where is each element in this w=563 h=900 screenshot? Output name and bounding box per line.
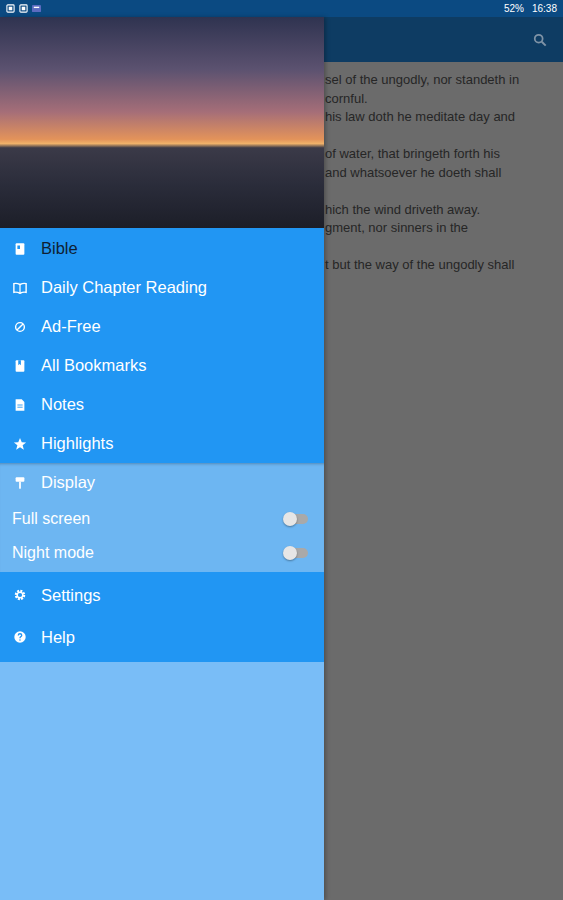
verse-line: and whatsoever he doeth shall (325, 164, 555, 183)
star-icon (13, 437, 27, 451)
verse-line: t but the way of the ungodly shall (325, 256, 555, 275)
navigation-drawer: Bible Daily Chapter Reading Ad-Free All Boo… (0, 17, 324, 900)
bookmark-book-icon (13, 359, 27, 373)
bible-book-icon (13, 242, 27, 256)
toggle-label: Night mode (12, 541, 94, 565)
verse-line: gment, nor sinners in the (325, 219, 555, 238)
app-screen: sel of the ungodly, nor standeth incornf… (0, 17, 563, 900)
drawer-item[interactable]: Help (0, 616, 324, 658)
drawer-item[interactable]: Ad-Free (0, 307, 324, 346)
search-icon[interactable] (533, 33, 547, 47)
toggle-thumb (283, 512, 297, 526)
help-icon (13, 630, 27, 644)
verse: of water, that bringeth forth hisand wha… (325, 145, 555, 182)
clock: 16:38 (532, 1, 557, 16)
drawer-item[interactable]: Daily Chapter Reading (0, 268, 324, 307)
toggle-label: Full screen (12, 507, 90, 531)
verse-line: hich the wind driveth away. (325, 201, 555, 220)
verse-line: of water, that bringeth forth his (325, 145, 555, 164)
toggle-row[interactable]: Night mode (0, 536, 324, 570)
paint-roller-icon (13, 476, 27, 490)
drawer-item-label: Bible (41, 236, 78, 261)
drawer-footer-menu: Settings Help (0, 572, 324, 662)
drawer-item-label: All Bookmarks (41, 353, 146, 378)
drawer-item[interactable]: Settings (0, 574, 324, 616)
drawer-item[interactable]: Notes (0, 385, 324, 424)
toggle-switch[interactable] (284, 548, 308, 558)
notification-icon (6, 4, 15, 13)
open-book-icon (13, 281, 27, 295)
display-label: Display (41, 470, 95, 495)
drawer-menu: Bible Daily Chapter Reading Ad-Free All Boo… (0, 228, 324, 463)
gear-icon (13, 588, 27, 602)
header-photo (0, 17, 324, 228)
battery-level: 52% (504, 1, 524, 16)
toggle-row[interactable]: Full screen (0, 502, 324, 536)
display-section: Display Full screen Night mode (0, 463, 324, 572)
verse: sel of the ungodly, nor standeth incornf… (325, 71, 555, 127)
toggle-switch[interactable] (284, 514, 308, 524)
drawer-item[interactable]: Bible (0, 229, 324, 268)
toggle-thumb (283, 546, 297, 560)
drawer-item-label: Daily Chapter Reading (41, 275, 207, 300)
verse-line: his law doth he meditate day and (325, 108, 555, 127)
note-icon (13, 398, 27, 412)
no-ads-icon (13, 320, 27, 334)
display-header: Display (0, 463, 324, 502)
drawer-item[interactable]: All Bookmarks (0, 346, 324, 385)
drawer-item[interactable]: Highlights (0, 424, 324, 463)
notification-icon (32, 4, 41, 13)
drawer-item-label: Highlights (41, 431, 113, 456)
verse-line: sel of the ungodly, nor standeth in (325, 71, 555, 90)
verse: t but the way of the ungodly shall (325, 256, 555, 275)
verse: hich the wind driveth away.gment, nor si… (325, 201, 555, 238)
drawer-item-label: Settings (41, 583, 101, 608)
status-bar: 52% 16:38 (0, 0, 563, 17)
drawer-item-label: Notes (41, 392, 84, 417)
verse-line: cornful. (325, 90, 555, 109)
drawer-item-label: Ad-Free (41, 314, 101, 339)
notification-icon (19, 4, 28, 13)
drawer-item-label: Help (41, 625, 75, 650)
